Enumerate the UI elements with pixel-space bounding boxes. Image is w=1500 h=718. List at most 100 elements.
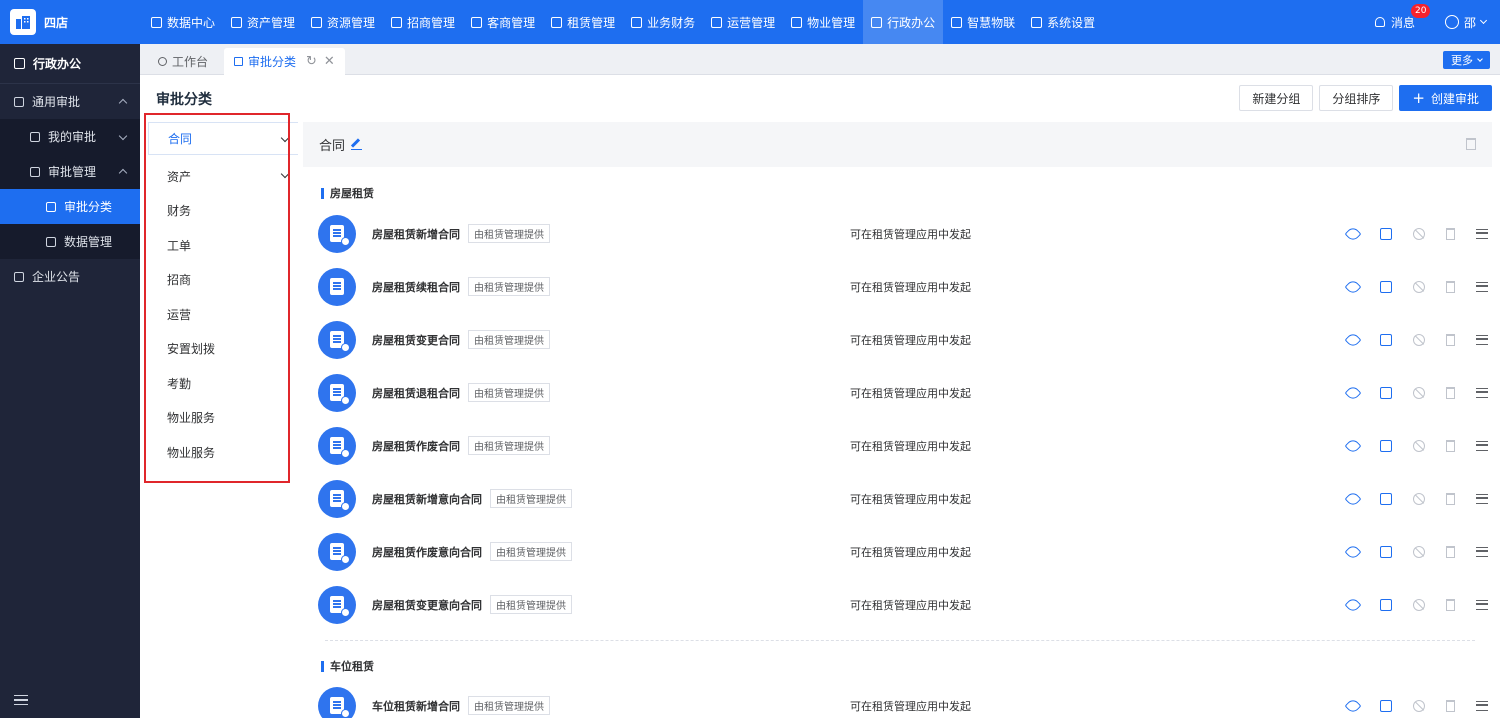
sidebar-item-data-management[interactable]: 数据管理 xyxy=(0,224,140,259)
edit-icon[interactable] xyxy=(1380,699,1392,712)
category-item-finance[interactable]: 财务 xyxy=(148,194,298,229)
link-icon[interactable] xyxy=(1344,596,1362,613)
trash-icon[interactable] xyxy=(1446,386,1455,399)
messages-button[interactable]: 消息 20 xyxy=(1374,3,1431,31)
link-icon[interactable] xyxy=(1344,225,1362,242)
disable-icon[interactable] xyxy=(1413,545,1425,558)
trash-icon[interactable] xyxy=(1446,492,1455,505)
refresh-icon[interactable]: ↻ xyxy=(306,54,317,69)
edit-icon[interactable] xyxy=(1380,386,1392,399)
category-item-property-service[interactable]: 物业服务 xyxy=(148,401,298,436)
disable-icon[interactable] xyxy=(1413,386,1425,399)
edit-icon[interactable] xyxy=(1380,227,1392,240)
disable-icon[interactable] xyxy=(1413,439,1425,452)
drag-menu-icon[interactable] xyxy=(1476,700,1488,711)
home-icon xyxy=(791,16,803,28)
nav-smart-iot[interactable]: 智慧物联 xyxy=(943,0,1023,44)
category-item-attendance[interactable]: 考勤 xyxy=(148,366,298,401)
brand[interactable]: 四店 xyxy=(0,0,140,44)
tab-approval-category[interactable]: 审批分类 ↻ ✕ xyxy=(224,48,345,75)
drag-menu-icon[interactable] xyxy=(1476,281,1488,292)
trash-icon[interactable] xyxy=(1446,333,1455,346)
disable-icon[interactable] xyxy=(1413,227,1425,240)
category-item-investment[interactable]: 招商 xyxy=(148,263,298,298)
sidebar-item-approval-management[interactable]: 审批管理 xyxy=(0,154,140,189)
link-icon[interactable] xyxy=(1344,490,1362,507)
edit-icon[interactable] xyxy=(1380,598,1392,611)
source-tag: 由租赁管理提供 xyxy=(490,542,572,561)
link-icon[interactable] xyxy=(1344,437,1362,454)
link-icon[interactable] xyxy=(1344,384,1362,401)
sidebar-item-approval-category[interactable]: 审批分类 xyxy=(0,189,140,224)
trash-icon[interactable] xyxy=(1466,138,1476,150)
list-item: 车位租赁新增合同 由租赁管理提供 可在租赁管理应用中发起 xyxy=(318,679,1488,718)
contract-add-icon xyxy=(318,479,356,518)
disable-icon[interactable] xyxy=(1413,598,1425,611)
users-icon xyxy=(471,16,483,28)
edit-icon[interactable] xyxy=(1380,280,1392,293)
disable-icon[interactable] xyxy=(1413,492,1425,505)
nav-asset-management[interactable]: 资产管理 xyxy=(223,0,303,44)
drag-menu-icon[interactable] xyxy=(1476,440,1488,451)
drag-menu-icon[interactable] xyxy=(1476,546,1488,557)
nav-merchant-management[interactable]: 客商管理 xyxy=(463,0,543,44)
sidebar: 行政办公 通用审批 我的审批 审批管理 审批分类 数据管理 企业公告 xyxy=(0,44,140,718)
nav-investment-management[interactable]: 招商管理 xyxy=(383,0,463,44)
database-icon xyxy=(46,236,56,247)
trash-icon[interactable] xyxy=(1446,545,1455,558)
nav-property-management[interactable]: 物业管理 xyxy=(783,0,863,44)
link-icon[interactable] xyxy=(1344,697,1362,714)
drag-menu-icon[interactable] xyxy=(1476,493,1488,504)
edit-icon[interactable] xyxy=(1380,333,1392,346)
disable-icon[interactable] xyxy=(1413,280,1425,293)
category-item-work-order[interactable]: 工单 xyxy=(148,228,298,263)
collapse-menu-icon[interactable] xyxy=(14,694,28,709)
trash-icon[interactable] xyxy=(1446,598,1455,611)
sidebar-item-my-approval[interactable]: 我的审批 xyxy=(0,119,140,154)
user-menu[interactable]: 邵 xyxy=(1444,14,1488,31)
nav-data-center[interactable]: 数据中心 xyxy=(143,0,223,44)
nav-system-settings[interactable]: 系统设置 xyxy=(1023,0,1103,44)
nav-business-finance[interactable]: 业务财务 xyxy=(623,0,703,44)
drag-menu-icon[interactable] xyxy=(1476,387,1488,398)
edit-icon[interactable] xyxy=(1380,492,1392,505)
trash-icon[interactable] xyxy=(1446,227,1455,240)
sidebar-item-general-approval[interactable]: 通用审批 xyxy=(0,84,140,119)
contract-void-icon xyxy=(318,532,356,571)
category-item-resettlement[interactable]: 安置划拨 xyxy=(148,332,298,367)
more-tabs-button[interactable]: 更多 xyxy=(1443,51,1490,69)
sidebar-item-announcements[interactable]: 企业公告 xyxy=(0,259,140,294)
link-icon[interactable] xyxy=(1344,543,1362,560)
link-icon[interactable] xyxy=(1344,278,1362,295)
new-group-button[interactable]: 新建分组 xyxy=(1239,85,1314,111)
link-icon[interactable] xyxy=(1344,331,1362,348)
edit-icon[interactable] xyxy=(1380,439,1392,452)
category-item-contract[interactable]: 合同 xyxy=(148,122,298,155)
nav-admin-office[interactable]: 行政办公 xyxy=(863,0,944,44)
disable-icon[interactable] xyxy=(1413,333,1425,346)
nav-operation-management[interactable]: 运营管理 xyxy=(703,0,783,44)
building-icon xyxy=(311,16,323,28)
drag-menu-icon[interactable] xyxy=(1476,334,1488,345)
nav-lease-management[interactable]: 租赁管理 xyxy=(543,0,623,44)
nav-resource-management[interactable]: 资源管理 xyxy=(303,0,383,44)
close-icon[interactable]: ✕ xyxy=(324,54,335,69)
pencil-icon[interactable] xyxy=(351,139,363,150)
drag-menu-icon[interactable] xyxy=(1476,599,1488,610)
disable-icon[interactable] xyxy=(1413,699,1425,712)
user-icon xyxy=(30,131,40,142)
category-item-asset[interactable]: 资产 xyxy=(148,159,298,194)
category-item-operation[interactable]: 运营 xyxy=(148,297,298,332)
drag-menu-icon[interactable] xyxy=(1476,228,1488,239)
trash-icon[interactable] xyxy=(1446,280,1455,293)
brand-name: 四店 xyxy=(44,15,69,30)
category-item-property-service-2[interactable]: 物业服务 xyxy=(148,435,298,470)
edit-icon[interactable] xyxy=(1380,545,1392,558)
create-approval-button[interactable]: + 创建审批 xyxy=(1399,85,1492,111)
document-icon xyxy=(14,96,24,107)
top-navbar: 四店 数据中心 资产管理 资源管理 招商管理 客商管理 租赁管理 业务财务 运营… xyxy=(0,0,1500,44)
group-sort-button[interactable]: 分组排序 xyxy=(1319,85,1394,111)
trash-icon[interactable] xyxy=(1446,699,1455,712)
trash-icon[interactable] xyxy=(1446,439,1455,452)
tab-workbench[interactable]: 工作台 xyxy=(148,48,218,75)
